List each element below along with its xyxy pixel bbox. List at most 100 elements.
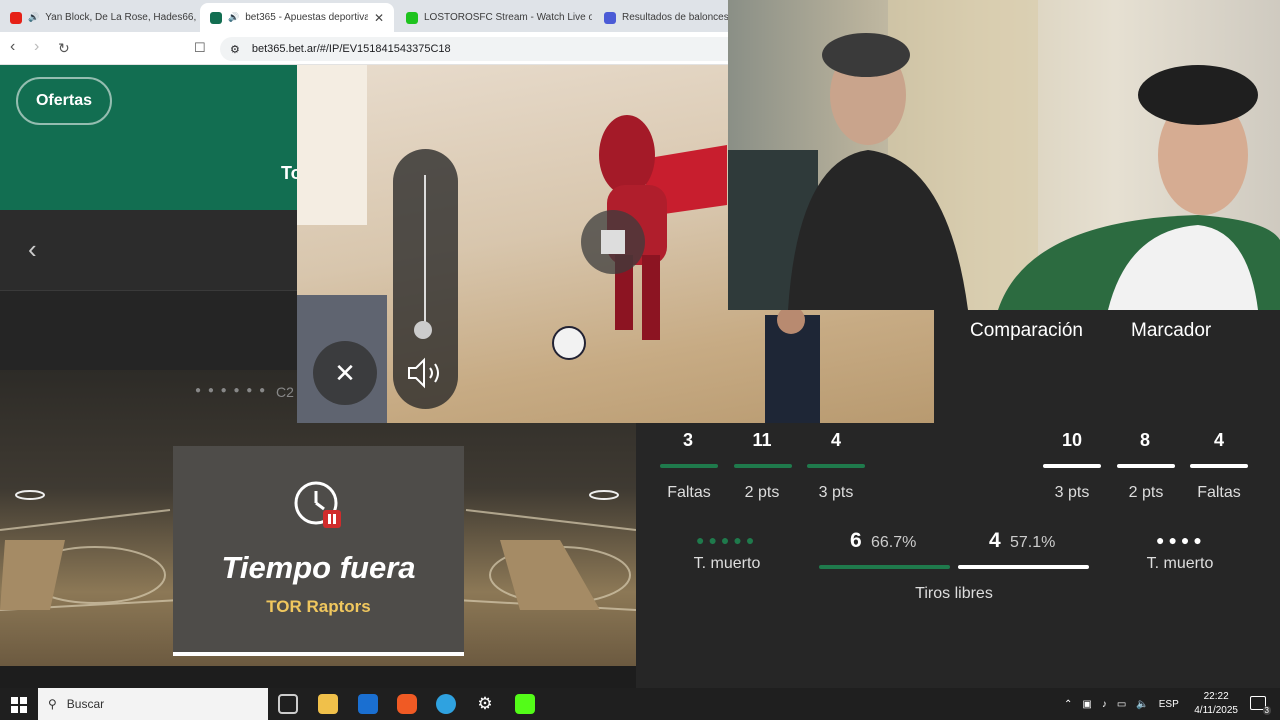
site-info-icon[interactable]: ⚙ [230, 43, 240, 56]
youtube-icon [10, 11, 22, 24]
windows-taskbar: ⚲ Buscar ⚙ ⌃ ▣ ♪ ▭ 🔈 ESP 22:22 4/11/2025… [0, 688, 1280, 720]
home-fouls-bar [660, 464, 718, 468]
away-fouls-bar [1190, 464, 1248, 468]
edge-browser-icon[interactable] [436, 694, 456, 714]
kick-app-icon[interactable] [515, 694, 535, 714]
home-3pts-bar [807, 464, 865, 468]
away-3pts-bar [1043, 464, 1101, 468]
settings-gear-icon[interactable]: ⚙ [475, 694, 495, 714]
tab-comparacion[interactable]: Comparación [970, 320, 1083, 342]
taskbar-clock[interactable]: 22:22 4/11/2025 [1194, 690, 1238, 718]
tab-label: bet365 - Apuestas deportivas [245, 12, 368, 23]
stop-button[interactable] [581, 210, 645, 274]
away-3pts-value: 10 [1061, 430, 1083, 450]
volume-knob[interactable] [414, 321, 432, 339]
webcam-feed [728, 0, 1280, 310]
away-fouls-value: 4 [1213, 430, 1224, 450]
close-video-button[interactable]: ✕ [313, 341, 377, 405]
carousel-label: C2 [276, 384, 294, 400]
away-fouls-label: Faltas [1197, 484, 1241, 501]
home-2pts-label: 2 pts [744, 484, 780, 501]
address-bar-row: ‹ › ↻ ☐ ⚙ bet365.bet.ar/#/IP/EV151841543… [0, 32, 728, 65]
timeout-team: TOR Raptors [266, 597, 371, 616]
tab-resultados[interactable]: Resultados de baloncesto [594, 3, 728, 32]
chevron-up-icon[interactable]: ⌃ [1064, 699, 1072, 710]
tab-marcador[interactable]: Marcador [1131, 320, 1211, 342]
search-placeholder: Buscar [66, 697, 105, 711]
home-3pts-value: 4 [830, 430, 841, 450]
speaker-icon: 🔊 [228, 12, 240, 22]
tab-youtube[interactable]: 🔊 Yan Block, De La Rose, Hades66, [0, 3, 196, 32]
volume-icon[interactable]: 🔈 [1136, 699, 1148, 710]
home-timeouts-dots: ●●●●● [696, 532, 759, 548]
back-arrow-icon[interactable]: ‹ [10, 38, 15, 56]
away-ft-bar [958, 565, 1089, 569]
tab-label: LOSTOROSFC Stream - Watch Live o [424, 12, 592, 23]
clock-time: 22:22 [1203, 691, 1229, 702]
url-field[interactable]: ⚙ bet365.bet.ar/#/IP/EV151841543375C18 [220, 37, 728, 61]
home-timeouts-label: T. muerto [693, 555, 761, 572]
volume-slider[interactable] [393, 149, 458, 409]
outlook-icon[interactable] [358, 694, 378, 714]
close-tab-icon[interactable]: ✕ [374, 11, 384, 25]
page-bottom-strip [0, 666, 636, 688]
home-fouls-label: Faltas [667, 484, 711, 501]
reload-icon[interactable]: ↻ [58, 40, 70, 57]
task-view-icon[interactable] [278, 694, 298, 714]
close-icon: ✕ [334, 357, 356, 388]
home-3pts-label: 3 pts [818, 484, 854, 501]
away-2pts-value: 8 [1139, 430, 1150, 450]
microphone-icon[interactable]: ♪ [1102, 699, 1107, 710]
browser-tab-bar: 🔊 Yan Block, De La Rose, Hades66, 🔊 bet3… [0, 0, 728, 32]
camera-icon[interactable]: ▣ [1082, 699, 1091, 710]
bookmark-icon[interactable]: ☐ [194, 40, 206, 56]
taskbar-search[interactable]: ⚲ Buscar [38, 688, 268, 720]
webcam-frame [728, 0, 1280, 310]
tab-bet365[interactable]: 🔊 bet365 - Apuestas deportivas ✕ [200, 3, 394, 32]
windows-start-icon[interactable] [11, 697, 27, 713]
notification-count: 3 [1262, 706, 1271, 715]
tab-label: Resultados de baloncesto [622, 12, 728, 23]
timeout-progress-bar [173, 652, 464, 656]
language-indicator[interactable]: ESP [1159, 699, 1179, 710]
file-explorer-icon[interactable] [318, 694, 338, 714]
timeout-card: Tiempo fuera TOR Raptors [173, 446, 464, 656]
search-icon: ⚲ [48, 697, 57, 711]
away-3pts-label: 3 pts [1054, 484, 1090, 501]
url-text: bet365.bet.ar/#/IP/EV151841543375C18 [251, 43, 451, 55]
away-timeouts-label: T. muerto [1146, 555, 1214, 572]
bet365-icon [210, 11, 222, 24]
clock-pause-icon [294, 481, 341, 528]
home-ft-made: 6 [850, 529, 862, 552]
results-site-icon [604, 11, 616, 24]
system-tray: ⌃ ▣ ♪ ▭ 🔈 ESP [1064, 688, 1179, 720]
kick-icon [406, 11, 418, 24]
away-timeouts-dots: ●●●● [1156, 532, 1206, 548]
home-fouls-value: 3 [682, 430, 693, 450]
free-throws-label: Tiros libres [915, 585, 993, 602]
speaker-icon[interactable] [405, 355, 445, 391]
network-icon[interactable]: ▭ [1117, 699, 1126, 710]
away-2pts-bar [1117, 464, 1175, 468]
notifications-icon[interactable]: 3 [1250, 696, 1271, 715]
home-ft-pct: 66.7% [871, 534, 917, 551]
away-ft-pct: 57.1% [1010, 534, 1056, 551]
away-2pts-label: 2 pts [1128, 484, 1164, 501]
chevron-left-icon[interactable]: ‹ [28, 234, 37, 265]
home-2pts-value: 11 [752, 430, 772, 450]
offers-button[interactable]: Ofertas [16, 77, 112, 125]
brave-browser-icon[interactable] [397, 694, 417, 714]
speaker-icon: 🔊 [28, 12, 40, 22]
timeout-title: Tiempo fuera [221, 550, 416, 585]
clock-date: 4/11/2025 [1194, 705, 1238, 716]
tab-lostoros[interactable]: LOSTOROSFC Stream - Watch Live o [396, 3, 592, 32]
forward-arrow-icon[interactable]: › [34, 38, 39, 56]
volume-track [424, 175, 426, 325]
tab-label: Yan Block, De La Rose, Hades66, [45, 12, 196, 23]
nav-band [0, 210, 300, 290]
home-ft-bar [819, 565, 950, 569]
away-ft-made: 4 [989, 529, 1001, 552]
carousel-dots[interactable]: ● ● ● ● ● ● [195, 385, 267, 396]
match-header-band [0, 290, 300, 370]
home-2pts-bar [734, 464, 792, 468]
